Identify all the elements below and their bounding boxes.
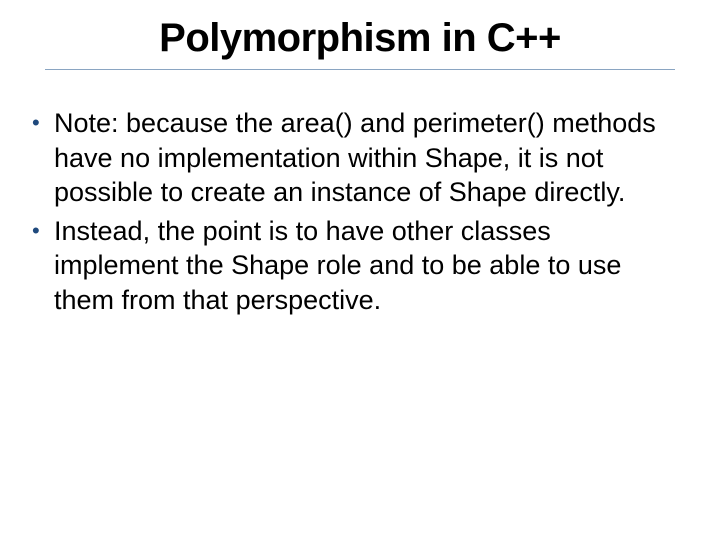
- content-area: Note: because the area() and perimeter()…: [0, 78, 720, 317]
- bullet-list: Note: because the area() and perimeter()…: [28, 106, 680, 317]
- slide-title: Polymorphism in C++: [0, 16, 720, 61]
- list-item: Instead, the point is to have other clas…: [28, 214, 680, 318]
- title-underline: [45, 69, 675, 70]
- list-item: Note: because the area() and perimeter()…: [28, 106, 680, 210]
- title-container: Polymorphism in C++: [0, 0, 720, 78]
